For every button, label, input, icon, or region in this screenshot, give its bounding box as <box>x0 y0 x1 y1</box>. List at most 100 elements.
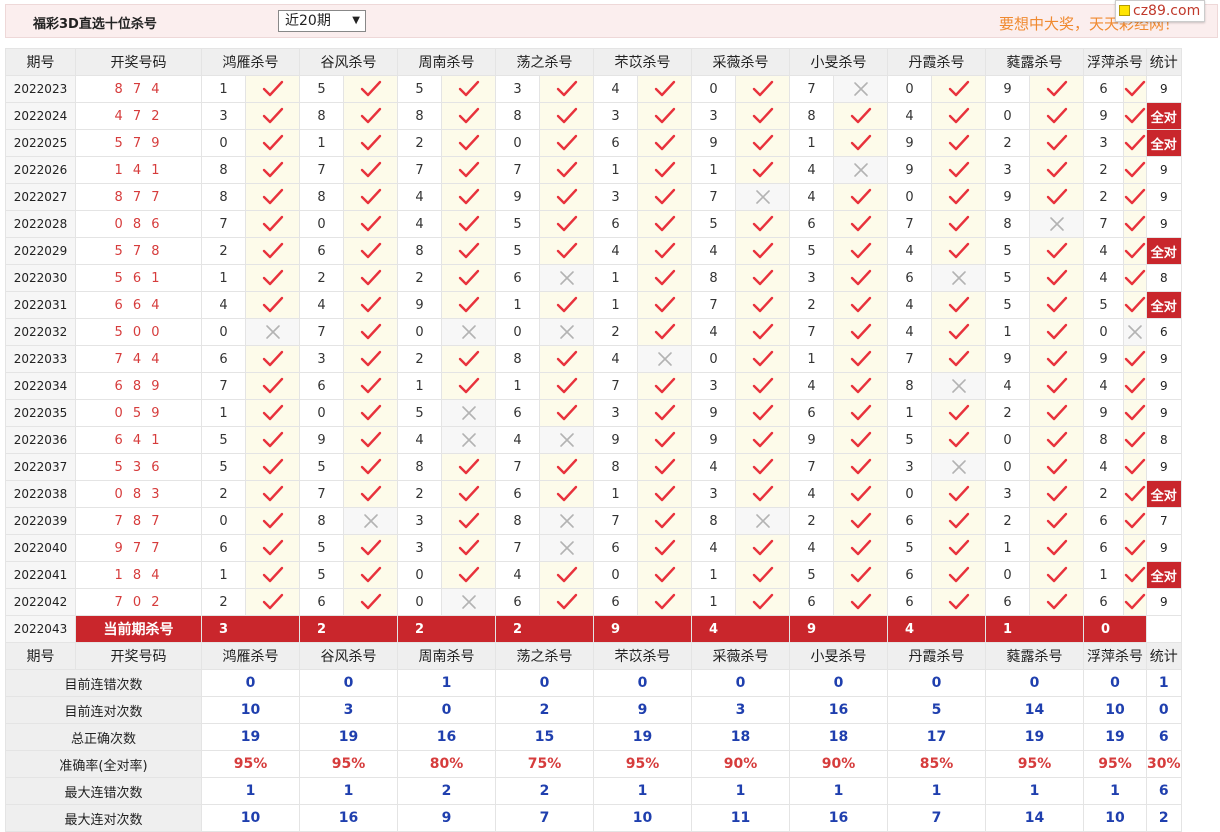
summary-value: 9 <box>397 804 496 832</box>
summary-value: 7 <box>887 804 986 832</box>
summary-value: 0 <box>1083 669 1147 697</box>
kill-number: 0 <box>985 426 1030 454</box>
site-badge[interactable]: cz89.com <box>1115 0 1206 22</box>
kill-number: 8 <box>397 453 442 481</box>
check-icon <box>637 453 692 481</box>
summary-row: 最大连错次数 1 1 2 2 1 1 1 1 1 1 6 <box>5 777 1182 805</box>
current-kill-number: 9 <box>789 615 888 643</box>
check-icon <box>343 480 398 508</box>
kill-number: 3 <box>593 399 638 427</box>
kill-number: 5 <box>789 237 834 265</box>
kill-number: 4 <box>887 318 932 346</box>
check-icon <box>735 453 790 481</box>
kill-number: 6 <box>985 588 1030 616</box>
check-icon <box>245 237 300 265</box>
current-kill-number: 1 <box>985 615 1084 643</box>
draw-number: 5 7 9 <box>75 129 202 157</box>
kill-number: 0 <box>887 183 932 211</box>
check-icon <box>343 156 398 184</box>
column-header: 开奖号码 <box>75 48 202 76</box>
summary-value: 0 <box>299 669 398 697</box>
kill-number: 2 <box>397 264 442 292</box>
summary-value: 16 <box>397 723 496 751</box>
cross-icon <box>931 264 986 292</box>
summary-value: 1 <box>201 777 300 805</box>
kill-number: 6 <box>1083 507 1124 535</box>
issue-id: 2022038 <box>5 480 76 508</box>
kill-number: 3 <box>691 480 736 508</box>
check-icon <box>441 561 496 589</box>
kill-number: 5 <box>985 237 1030 265</box>
check-icon <box>1029 426 1084 454</box>
check-icon <box>1029 183 1084 211</box>
kill-number: 5 <box>495 237 540 265</box>
summary-value: 0 <box>593 669 692 697</box>
issue-id: 2022029 <box>5 237 76 265</box>
period-select[interactable]: 近20期 ▼ <box>278 10 366 32</box>
kill-number: 5 <box>691 210 736 238</box>
check-icon <box>735 318 790 346</box>
header-row: 期号 开奖号码 鸿雁杀号 谷风杀号 周南杀号 荡之杀号 芣苡杀号 采薇杀号 小旻杀号 丹霞杀号 蕤露… <box>5 48 1182 76</box>
site-logo-icon <box>1119 4 1130 16</box>
check-icon <box>343 588 398 616</box>
check-icon <box>833 210 888 238</box>
kill-number: 8 <box>495 345 540 373</box>
table-row: 2022037 5 3 655878473049 <box>5 453 1182 481</box>
kill-number: 3 <box>789 264 834 292</box>
draw-number: 8 7 7 <box>75 183 202 211</box>
check-icon <box>1123 210 1147 238</box>
kill-number: 9 <box>887 129 932 157</box>
kill-number: 1 <box>201 561 246 589</box>
summary-value: 2 <box>495 696 594 724</box>
table-row: 2022039 7 8 708387826267 <box>5 507 1182 535</box>
column-header: 小旻杀号 <box>789 48 888 76</box>
kill-number: 7 <box>495 534 540 562</box>
check-icon <box>735 561 790 589</box>
kill-number: 8 <box>887 372 932 400</box>
summary-value: 10 <box>201 696 300 724</box>
summary-label: 总正确次数 <box>5 723 202 751</box>
period-select-value: 近20期 <box>285 13 331 29</box>
kill-number: 4 <box>593 345 638 373</box>
check-icon <box>539 372 594 400</box>
issue-id: 2022027 <box>5 183 76 211</box>
summary-value: 1 <box>887 777 986 805</box>
check-icon <box>735 534 790 562</box>
check-icon <box>245 345 300 373</box>
check-icon <box>1123 588 1147 616</box>
check-icon <box>1123 291 1147 319</box>
kill-number: 7 <box>887 345 932 373</box>
issue-id: 2022035 <box>5 399 76 427</box>
kill-number: 3 <box>299 345 344 373</box>
issue-id: 2022032 <box>5 318 76 346</box>
check-icon <box>441 129 496 157</box>
kill-number: 0 <box>201 507 246 535</box>
kill-number: 8 <box>299 183 344 211</box>
table-row: 2022028 0 8 670456567879 <box>5 210 1182 238</box>
table-row: 2022030 5 6 112261836548 <box>5 264 1182 292</box>
summary-value: 85% <box>887 750 986 778</box>
draw-number: 7 4 4 <box>75 345 202 373</box>
kill-number: 4 <box>789 534 834 562</box>
issue-id: 2022025 <box>5 129 76 157</box>
check-icon <box>735 291 790 319</box>
check-icon <box>931 318 986 346</box>
kill-number: 6 <box>593 534 638 562</box>
check-icon <box>735 480 790 508</box>
kill-number: 2 <box>1083 156 1124 184</box>
cross-icon <box>441 426 496 454</box>
summary-stat: 1 <box>1146 669 1182 697</box>
kill-number: 0 <box>201 129 246 157</box>
check-icon <box>637 561 692 589</box>
check-icon <box>1029 264 1084 292</box>
kill-number: 2 <box>397 129 442 157</box>
issue-id: 2022041 <box>5 561 76 589</box>
kill-number: 7 <box>887 210 932 238</box>
check-icon <box>735 210 790 238</box>
kill-number: 5 <box>299 453 344 481</box>
chevron-down-icon: ▼ <box>352 15 360 26</box>
kill-number: 3 <box>887 453 932 481</box>
summary-label: 最大连错次数 <box>5 777 202 805</box>
kill-number: 7 <box>1083 210 1124 238</box>
check-icon <box>833 507 888 535</box>
